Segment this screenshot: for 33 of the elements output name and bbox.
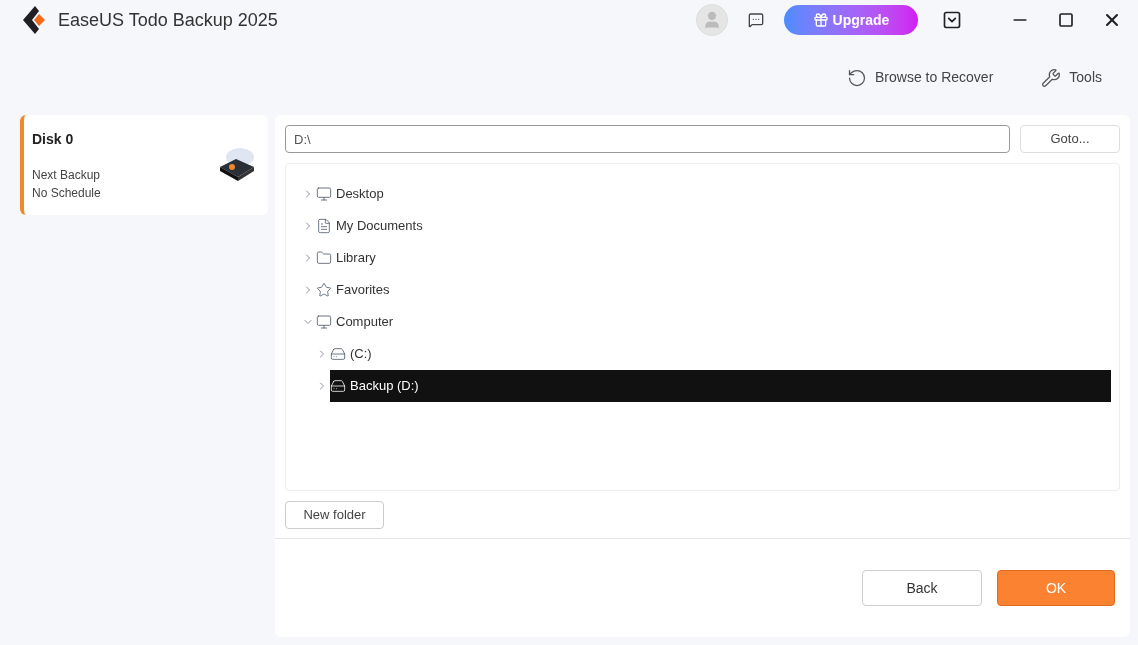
tree-item[interactable]: Backup (D:) [330, 370, 1111, 402]
wrench-icon [1041, 67, 1062, 88]
drive-icon [330, 346, 346, 362]
goto-button[interactable]: Goto... [1020, 125, 1120, 153]
tree-item[interactable]: Favorites [316, 274, 1111, 306]
rotate-icon [847, 67, 868, 88]
tree-item[interactable]: Desktop [316, 178, 1111, 210]
tree-item[interactable]: Library [316, 242, 1111, 274]
next-backup-label: Next Backup [32, 166, 102, 184]
tree-item[interactable]: Computer [316, 306, 1111, 338]
tree-item[interactable]: My Documents [316, 210, 1111, 242]
document-icon [316, 218, 332, 234]
drive-icon [330, 378, 346, 394]
monitor-icon [316, 314, 332, 330]
back-button[interactable]: Back [862, 570, 982, 606]
schedule-text: No Schedule [32, 184, 102, 202]
gift-icon [812, 12, 829, 28]
toolbar-button[interactable]: Browse to Recover [847, 67, 994, 88]
upgrade-button[interactable]: Upgrade [784, 5, 918, 35]
star-icon [316, 282, 332, 298]
disk-card[interactable]: Disk 0 Next Backup No Schedule [20, 115, 268, 215]
maximize-icon[interactable] [1058, 12, 1074, 28]
chat-icon[interactable] [748, 12, 764, 28]
folder-icon [316, 250, 332, 266]
new-folder-button[interactable]: New folder [285, 501, 384, 529]
path-field[interactable]: D:\ [285, 125, 1010, 153]
avatar-icon[interactable] [696, 4, 728, 36]
dropdown-icon[interactable] [942, 10, 962, 30]
tree-item[interactable]: (C:) [330, 338, 1111, 370]
monitor-icon [316, 186, 332, 202]
toolbar-button[interactable]: Tools [1041, 67, 1102, 88]
disk-title: Disk 0 [32, 129, 75, 149]
window-title: EaseUS Todo Backup 2025 [58, 8, 278, 32]
